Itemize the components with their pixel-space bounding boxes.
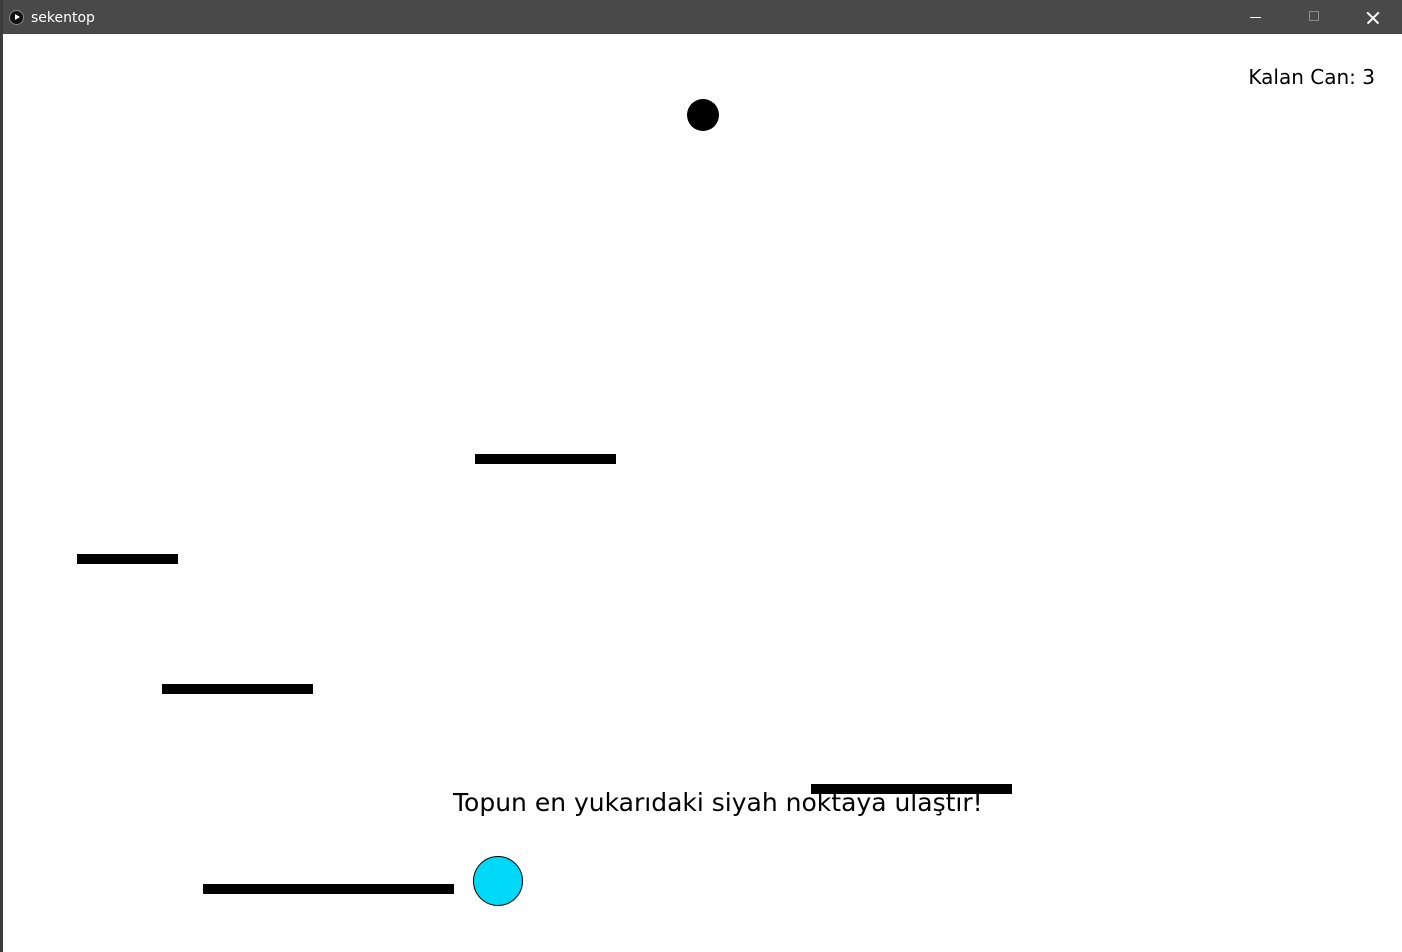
game-window: sekentop Kalan Can: 3 Topun en yukarıdak… bbox=[0, 0, 1402, 952]
close-button[interactable] bbox=[1343, 0, 1401, 34]
game-canvas[interactable]: Kalan Can: 3 Topun en yukarıdaki siyah n… bbox=[3, 34, 1402, 952]
maximize-button[interactable] bbox=[1285, 0, 1343, 34]
platform bbox=[162, 684, 313, 694]
platform bbox=[475, 454, 616, 464]
lives-counter: Kalan Can: 3 bbox=[1248, 65, 1375, 89]
target-dot bbox=[687, 99, 719, 131]
player-ball bbox=[473, 856, 523, 906]
platform bbox=[203, 884, 454, 894]
platform bbox=[77, 554, 178, 564]
title-bar[interactable]: sekentop bbox=[3, 0, 1402, 34]
play-icon bbox=[9, 10, 24, 25]
instruction-text: Topun en yukarıdaki siyah noktaya ulaştı… bbox=[453, 788, 983, 817]
minimize-button[interactable] bbox=[1227, 0, 1285, 34]
window-title: sekentop bbox=[31, 10, 95, 26]
